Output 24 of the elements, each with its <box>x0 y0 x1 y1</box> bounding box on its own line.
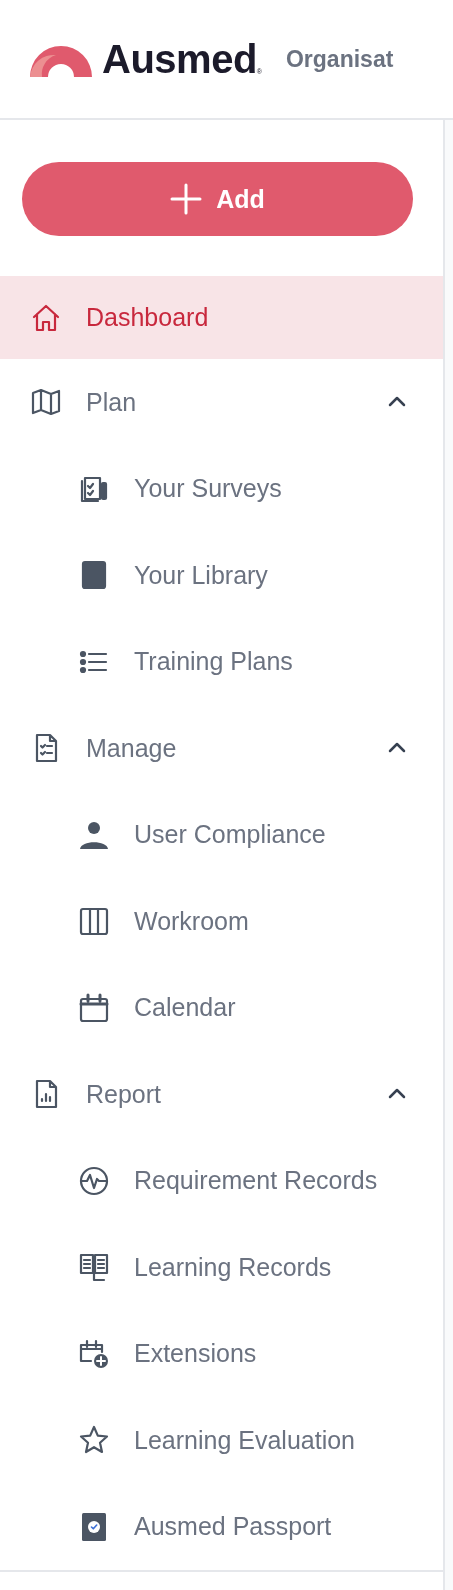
pulse-icon <box>78 1164 110 1197</box>
reading-icon <box>78 1251 110 1284</box>
sidebar-subitem[interactable]: Requirement Records <box>0 1137 443 1224</box>
sidebar-subitem[interactable]: User Compliance <box>0 791 443 878</box>
sidebar-subitem[interactable]: Learning Records <box>0 1224 443 1311</box>
sidebar-subitem[interactable]: Training Plans <box>0 618 443 705</box>
calendar-plus-icon <box>78 1337 110 1370</box>
sidebar-subitem[interactable]: Workroom <box>0 878 443 965</box>
sidebar-subitem[interactable]: Your Library <box>0 532 443 619</box>
calendar-icon <box>78 991 110 1024</box>
columns-icon <box>78 905 110 938</box>
sidebar-item[interactable]: Manage <box>0 705 443 792</box>
nav-link[interactable]: Organisat <box>286 45 394 73</box>
sidebar-subitem[interactable]: Learning Evaluation <box>0 1397 443 1484</box>
sidebar-item[interactable]: Report <box>0 1051 443 1138</box>
sidebar-item[interactable]: Plan <box>0 359 443 446</box>
add-button[interactable]: Add <box>22 162 413 236</box>
plus-icon <box>170 183 203 215</box>
sidebar-subitem[interactable]: Ausmed Passport <box>0 1483 443 1570</box>
logo-text: Ausmed <box>102 37 257 81</box>
sidebar-subitem[interactable]: Calendar <box>0 964 443 1051</box>
sidebar-item[interactable]: Dashboard <box>0 276 443 359</box>
sidebar-subitem[interactable]: Extensions <box>0 1310 443 1397</box>
sidebar-subitem[interactable]: Your Surveys <box>0 445 443 532</box>
